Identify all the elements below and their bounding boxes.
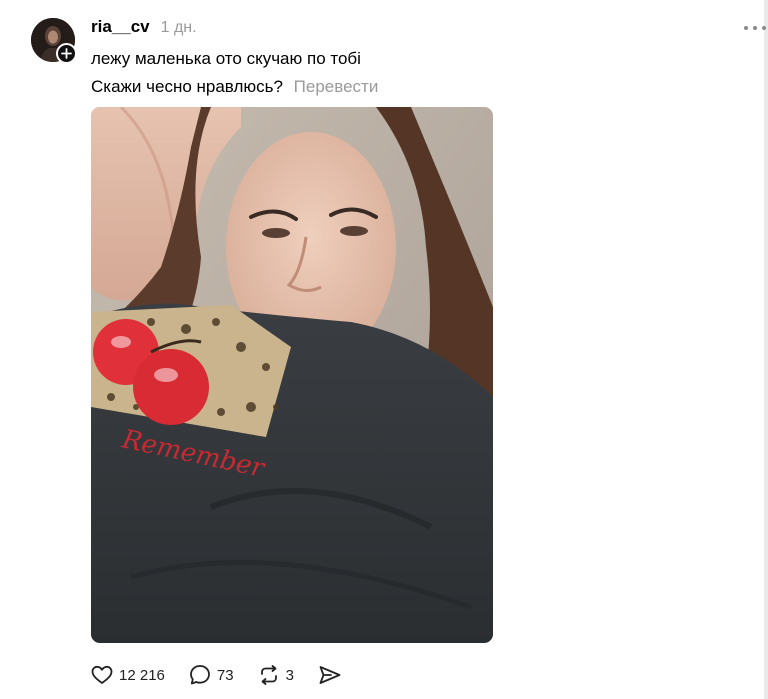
plus-icon <box>61 48 72 59</box>
username[interactable]: ria__cv <box>91 17 150 37</box>
more-dots-icon <box>744 26 748 30</box>
post-header: ria__cv 1 дн. <box>91 17 197 37</box>
reposts-count: 3 <box>285 666 294 684</box>
send-icon <box>319 666 341 684</box>
comments-count: 73 <box>216 666 234 684</box>
author-avatar-container[interactable] <box>31 18 77 64</box>
more-dots-icon <box>762 26 766 30</box>
post-time[interactable]: 1 дн. <box>161 19 197 37</box>
comment-bubble-icon <box>189 665 210 685</box>
repost-button[interactable]: 3 <box>258 664 294 686</box>
likes-count: 12 216 <box>119 666 165 684</box>
comment-button[interactable]: 73 <box>189 664 234 686</box>
post-text-line-2-content: Скажи чесно нравлюсь? <box>91 77 283 96</box>
post-text-line-2: Скажи чесно нравлюсь? Перевести <box>91 73 378 101</box>
repost-icon <box>260 665 277 685</box>
translate-link[interactable]: Перевести <box>294 77 379 96</box>
like-button[interactable]: 12 216 <box>91 665 165 685</box>
follow-button[interactable] <box>56 43 77 64</box>
post-text: лежу маленька ото скучаю по тобі Скажи ч… <box>91 45 378 101</box>
share-button[interactable] <box>318 664 342 686</box>
heart-icon <box>91 665 113 684</box>
more-dots-icon <box>753 26 757 30</box>
scrollbar-track <box>764 0 768 699</box>
post-photo[interactable]: Remember <box>91 107 493 643</box>
post-actions: 12 216 73 3 <box>91 661 366 689</box>
post-text-line-1: лежу маленька ото скучаю по тобі <box>91 49 361 68</box>
more-options-button[interactable] <box>744 20 766 36</box>
